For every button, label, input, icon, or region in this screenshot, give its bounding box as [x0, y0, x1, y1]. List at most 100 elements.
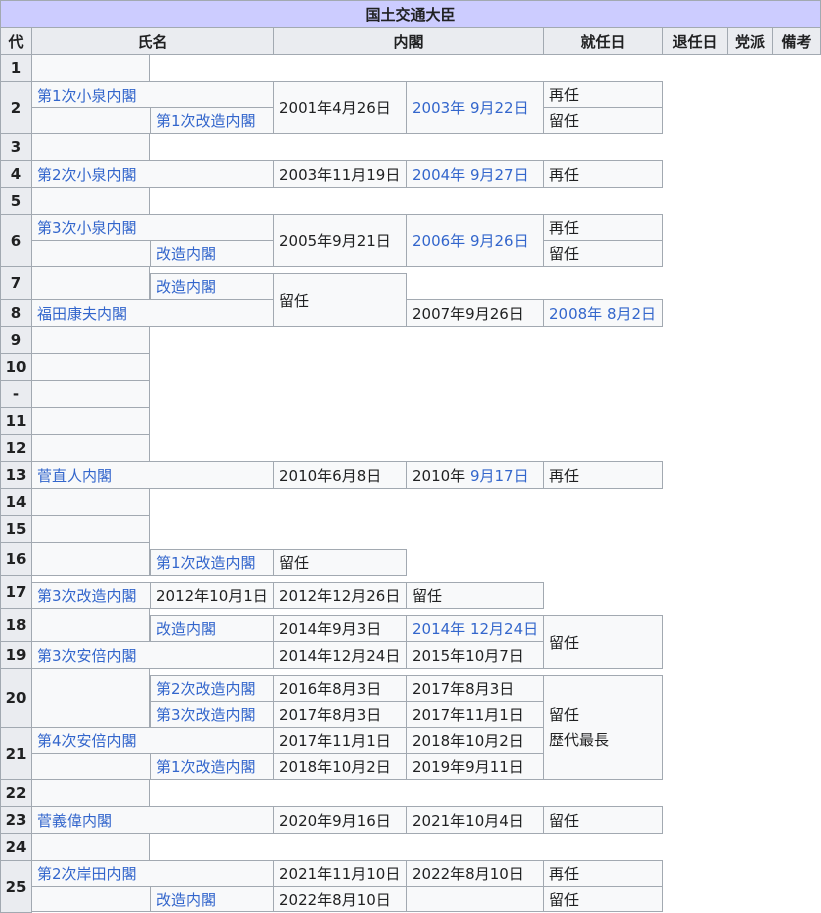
note-line: 歴代最長	[549, 730, 610, 749]
row-number: 14	[0, 488, 32, 516]
row-number: 24	[0, 833, 32, 861]
note-line: 留任	[549, 705, 580, 724]
header-name: 氏名	[31, 27, 274, 55]
start-date: 2005年9月21日	[273, 214, 407, 267]
cabinet-link[interactable]: 第1次改造内閣	[150, 549, 274, 576]
note-cell: 再任	[543, 214, 663, 241]
header-no: 代	[0, 27, 32, 55]
cabinet-link[interactable]: 改造内閣	[150, 273, 274, 300]
empty-name-cell	[31, 187, 150, 215]
start-date: 2014年9月3日	[273, 615, 407, 642]
header-notes: 備考	[772, 27, 821, 55]
header-start-date: 就任日	[543, 27, 663, 55]
start-date: 2007年9月26日	[406, 299, 544, 327]
empty-name-cell	[31, 608, 150, 642]
note-cell: 留任	[543, 615, 663, 669]
row-number: 23	[0, 806, 32, 834]
cabinet-link[interactable]: 第3次小泉内閣	[31, 214, 274, 241]
empty-name-cell	[31, 266, 150, 300]
row-number: 19	[0, 641, 32, 669]
end-date-link[interactable]: 2008年 8月2日	[543, 299, 663, 327]
empty-name-cell	[31, 54, 150, 82]
row-number: 7	[0, 266, 32, 300]
note-cell: 留任	[543, 240, 663, 267]
note-cell: 再任	[543, 860, 663, 887]
start-date: 2012年10月1日	[150, 582, 274, 609]
end-date: 2019年9月11日	[406, 753, 544, 780]
start-date: 2016年8月3日	[273, 675, 407, 702]
end-date	[406, 886, 544, 912]
note-cell: 留任	[406, 582, 544, 609]
empty-name-cell	[31, 833, 150, 861]
end-date: 2017年11月1日	[406, 701, 544, 728]
cabinet-link[interactable]: 第2次小泉内閣	[31, 160, 274, 188]
cabinet-link[interactable]: 第2次岸田内閣	[31, 860, 274, 887]
cabinet-link[interactable]: 福田康夫内閣	[31, 299, 274, 327]
cabinet-link[interactable]: 改造内閣	[150, 886, 274, 912]
cabinet-link[interactable]: 第3次安倍内閣	[31, 641, 274, 669]
cabinet-link[interactable]: 菅義偉内閣	[31, 806, 274, 834]
note-cell: 留任	[543, 107, 663, 134]
note-cell: 留任	[273, 273, 407, 327]
start-date: 2018年10月2日	[273, 753, 407, 780]
header-end-date: 退任日	[662, 27, 728, 55]
cabinet-link[interactable]: 第1次改造内閣	[150, 753, 274, 780]
cabinet-link[interactable]: 第4次安倍内閣	[31, 727, 274, 754]
empty-name-cell	[31, 753, 151, 780]
note-cell: 再任	[543, 461, 663, 489]
row-number: 22	[0, 779, 32, 807]
empty-name-cell	[31, 326, 150, 354]
end-date: 2017年8月3日	[406, 675, 544, 702]
row-number: 1	[0, 54, 32, 82]
note-cell: 留任 歴代最長	[543, 675, 663, 780]
cabinet-link[interactable]: 第1次小泉内閣	[31, 81, 274, 108]
row-number: 18	[0, 608, 32, 642]
cabinet-link[interactable]: 第1次改造内閣	[150, 107, 274, 134]
note-cell: 留任	[543, 806, 663, 834]
end-date-link[interactable]: 2014年 12月24日	[406, 615, 544, 642]
row-number: 3	[0, 133, 32, 161]
end-date: 2012年12月26日	[273, 582, 407, 609]
end-date: 2018年10月2日	[406, 727, 544, 754]
header-cabinet: 内閣	[273, 27, 544, 55]
start-date: 2022年8月10日	[273, 886, 407, 912]
empty-name-cell	[31, 886, 151, 912]
empty-name-cell	[31, 353, 150, 381]
end-date-link[interactable]: 2004年 9月27日	[406, 160, 544, 188]
row-number: 20	[0, 668, 32, 728]
end-date: 2010年 9月17日	[406, 461, 544, 489]
row-number: -	[0, 380, 32, 408]
row-number: 5	[0, 187, 32, 215]
empty-name-cell	[31, 434, 150, 462]
empty-name-cell	[31, 407, 150, 435]
row-number: 16	[0, 542, 32, 576]
end-date: 2021年10月4日	[406, 806, 544, 834]
row-number: 2	[0, 81, 32, 134]
row-number: 9	[0, 326, 32, 354]
end-date-link[interactable]: 2006年 9月26日	[406, 214, 544, 267]
end-date-year: 2010年	[412, 466, 470, 485]
empty-name-cell	[31, 515, 150, 543]
row-number: 10	[0, 353, 32, 381]
row-number: 8	[0, 299, 32, 327]
cabinet-link[interactable]: 菅直人内閣	[31, 461, 274, 489]
end-date-link[interactable]: 9月17日	[470, 465, 529, 486]
row-number: 11	[0, 407, 32, 435]
note-cell: 再任	[543, 81, 663, 108]
start-date: 2017年8月3日	[273, 701, 407, 728]
start-date: 2001年4月26日	[273, 81, 407, 134]
empty-name-cell	[31, 542, 150, 576]
cabinet-link[interactable]: 改造内閣	[150, 240, 274, 267]
note-cell: 留任	[273, 549, 407, 576]
end-date: 2015年10月7日	[406, 641, 544, 669]
cabinet-link[interactable]: 改造内閣	[150, 615, 274, 642]
empty-name-cell	[31, 779, 150, 807]
cabinet-link[interactable]: 第3次改造内閣	[31, 582, 151, 609]
end-date-link[interactable]: 2003年 9月22日	[406, 81, 544, 134]
start-date: 2021年11月10日	[273, 860, 407, 887]
cabinet-link[interactable]: 第3次改造内閣	[150, 701, 274, 728]
empty-name-cell	[31, 240, 151, 267]
empty-name-cell	[31, 107, 151, 134]
note-cell: 留任	[543, 886, 663, 912]
cabinet-link[interactable]: 第2次改造内閣	[150, 675, 274, 702]
